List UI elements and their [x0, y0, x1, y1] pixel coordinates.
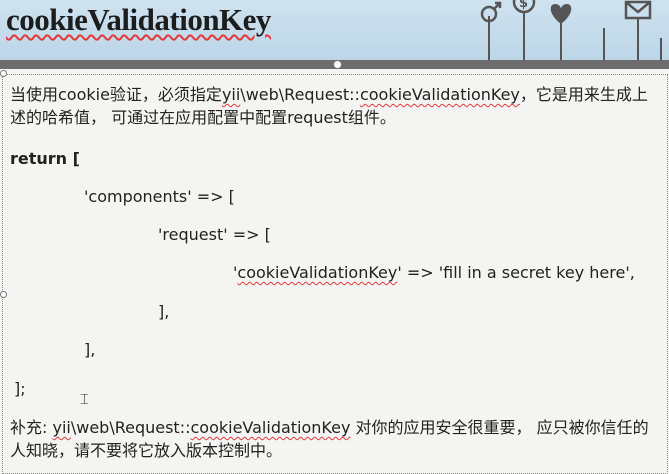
resize-handle-top-left[interactable]: [0, 70, 7, 77]
slide-header: cookieValidationKey $: [0, 0, 669, 60]
note-yii-word: yii: [52, 418, 71, 437]
gender-icon: [480, 1, 502, 23]
note-request-class: \web\Request::: [70, 418, 191, 437]
code-key-value: ' => 'fill in a secret key here',: [397, 263, 635, 282]
cookie-key-word: cookieValidationKey: [359, 85, 520, 104]
note-cookie-key-word: cookieValidationKey: [190, 418, 351, 437]
note-label: 补充:: [10, 418, 53, 437]
decor-icons: $: [480, 0, 662, 60]
svg-text:$: $: [519, 0, 528, 11]
code-line-close-components: ],: [84, 340, 96, 359]
intro-paragraph: 当使用cookie验证，必须指定yii\web\Request::cookieV…: [10, 84, 660, 129]
yii-word: yii: [221, 85, 241, 104]
code-key-word: cookieValidationKey: [237, 263, 398, 282]
code-line-request: 'request' => [: [158, 225, 271, 244]
code-line-close-return: ];: [14, 379, 26, 398]
code-line-return: return [: [10, 149, 80, 168]
text-cursor-icon: ⌶: [80, 390, 90, 408]
mail-icon: [624, 0, 652, 20]
resize-handle-left[interactable]: [0, 291, 7, 298]
dollar-icon: $: [512, 0, 536, 14]
intro-text: 当使用cookie验证，必须指定: [10, 85, 222, 104]
heart-icon: [550, 4, 572, 24]
rotate-handle[interactable]: [333, 60, 342, 69]
request-class: \web\Request::: [240, 85, 360, 104]
code-line-components: 'components' => [: [84, 187, 235, 206]
code-line-key: 'cookieValidationKey' => 'fill in a secr…: [233, 263, 635, 282]
note-paragraph: 补充: yii\web\Request::cookieValidationKey…: [10, 417, 660, 462]
code-line-close-request: ],: [158, 302, 170, 321]
